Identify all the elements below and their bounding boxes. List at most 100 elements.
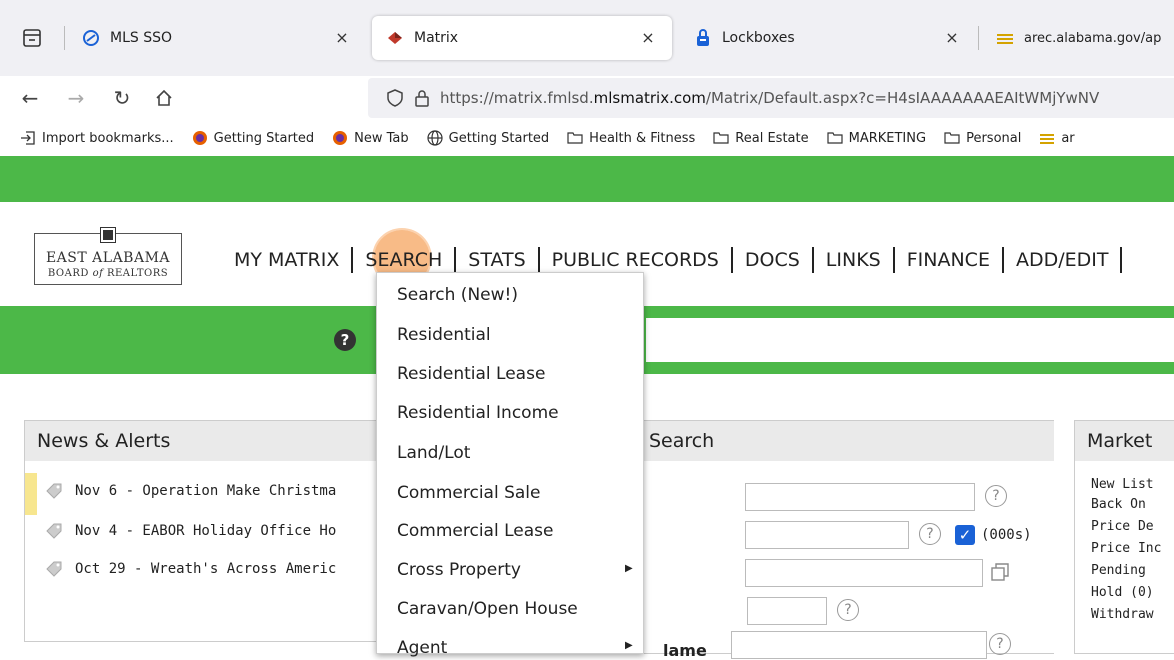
menu-item-residential[interactable]: Residential — [397, 325, 491, 345]
matrix-favicon-icon — [386, 29, 404, 47]
market-line[interactable]: Back On — [1091, 497, 1146, 512]
mls-sso-favicon-icon — [82, 29, 100, 47]
bookmark-new-tab[interactable]: New Tab — [332, 130, 409, 146]
tab-separator — [978, 26, 979, 50]
logo-line-1: EAST ALABAMA — [45, 250, 171, 266]
browser-tab-bar: MLS SSO × Matrix × Lockboxes × arec.alab… — [0, 0, 1174, 76]
header-green-bar — [0, 156, 1174, 202]
news-item[interactable]: Nov 6 - Operation Make Christma — [25, 473, 337, 515]
bookmark-label: Health & Fitness — [589, 130, 696, 146]
logo-mark-icon — [100, 227, 116, 243]
back-arrow-icon[interactable]: ← — [16, 84, 44, 112]
tag-icon — [46, 483, 62, 499]
news-item-text: Nov 6 - Operation Make Christma — [75, 483, 337, 499]
reload-icon[interactable]: ↻ — [108, 84, 136, 112]
tab-arec[interactable]: arec.alabama.gov/ap — [984, 16, 1174, 60]
main-navigation: MY MATRIX SEARCH STATS PUBLIC RECORDS DO… — [234, 246, 1123, 274]
firefox-icon — [192, 131, 207, 145]
bookmark-label: Getting Started — [213, 130, 315, 146]
tab-separator — [64, 26, 65, 50]
tab-mls-sso[interactable]: MLS SSO × — [70, 16, 366, 60]
tracking-shield-icon[interactable] — [386, 89, 404, 107]
arec-favicon-icon — [996, 29, 1014, 47]
folder-icon — [567, 132, 583, 144]
bookmark-folder-personal[interactable]: Personal — [944, 130, 1021, 146]
bookmark-folder-health[interactable]: Health & Fitness — [567, 130, 695, 146]
nav-my-matrix[interactable]: MY MATRIX — [234, 249, 351, 271]
close-tab-icon[interactable]: × — [942, 28, 962, 48]
menu-item-residential-income[interactable]: Residential Income — [397, 403, 559, 423]
thousands-checkbox[interactable]: ✓ — [955, 525, 975, 545]
menu-item-caravan-open-house[interactable]: Caravan/Open House — [397, 599, 578, 619]
nav-links[interactable]: LINKS — [814, 249, 893, 271]
search-field-1[interactable] — [745, 483, 975, 511]
menu-item-land-lot[interactable]: Land/Lot — [397, 443, 470, 463]
forward-arrow-icon[interactable]: → — [62, 84, 90, 112]
tab-list-icon[interactable] — [20, 26, 44, 50]
news-item-text: Oct 29 - Wreath's Across Americ — [75, 561, 337, 577]
search-panel-title: s Search — [621, 421, 1054, 461]
menu-item-commercial-lease[interactable]: Commercial Lease — [397, 521, 553, 541]
menu-item-cross-property[interactable]: Cross Property — [397, 560, 521, 580]
help-question-icon[interactable]: ? — [989, 633, 1011, 655]
help-question-icon[interactable]: ? — [985, 485, 1007, 507]
bookmark-import[interactable]: Import bookmarks... — [20, 130, 174, 146]
lock-icon[interactable] — [414, 89, 430, 107]
news-item[interactable]: Nov 4 - EABOR Holiday Office Ho — [25, 513, 336, 549]
help-question-icon[interactable]: ? — [919, 523, 941, 545]
news-item[interactable]: Oct 29 - Wreath's Across Americ — [25, 551, 336, 587]
search-field-3[interactable] — [745, 559, 983, 587]
nav-separator — [1120, 247, 1123, 273]
nav-add-edit[interactable]: ADD/EDIT — [1004, 249, 1121, 271]
menu-item-agent[interactable]: Agent — [397, 638, 447, 658]
tab-matrix[interactable]: Matrix × — [372, 16, 672, 60]
globe-icon — [427, 130, 443, 146]
help-icon[interactable]: ? — [334, 329, 356, 351]
bookmark-arec[interactable]: ar — [1039, 130, 1075, 146]
copy-icon[interactable] — [989, 561, 1011, 583]
market-line[interactable]: Price Inc — [1091, 541, 1161, 556]
search-field-4[interactable] — [747, 597, 827, 625]
tab-label: Lockboxes — [722, 30, 795, 46]
bookmark-folder-marketing[interactable]: MARKETING — [827, 130, 926, 146]
bookmark-folder-real-estate[interactable]: Real Estate — [713, 130, 809, 146]
thousands-label: (000s) — [981, 527, 1032, 543]
bookmark-getting-started-2[interactable]: Getting Started — [427, 130, 550, 146]
nav-stats[interactable]: STATS — [456, 249, 537, 271]
nav-public-records[interactable]: PUBLIC RECORDS — [540, 249, 731, 271]
search-field-name[interactable] — [731, 631, 987, 659]
name-field-label: lame — [663, 641, 707, 660]
close-tab-icon[interactable]: × — [332, 28, 352, 48]
east-alabama-board-logo[interactable]: EAST ALABAMA BOARD of REALTORS — [34, 227, 182, 285]
browser-nav-bar: ← → ↻ https://matrix.fmlsd. mlsmatrix.com… — [0, 76, 1174, 120]
bookmark-label: ar — [1061, 130, 1075, 146]
market-line[interactable]: Withdraw — [1091, 607, 1154, 622]
firefox-icon — [333, 131, 348, 145]
help-question-icon[interactable]: ? — [837, 599, 859, 621]
nav-search[interactable]: SEARCH — [353, 249, 454, 271]
tab-label: arec.alabama.gov/ap — [1024, 30, 1162, 46]
market-line[interactable]: Pending — [1091, 563, 1146, 578]
lockbox-favicon-icon — [694, 29, 712, 47]
market-line[interactable]: New List — [1091, 477, 1154, 492]
nav-finance[interactable]: FINANCE — [895, 249, 1002, 271]
address-bar[interactable]: https://matrix.fmlsd. mlsmatrix.com/Matri… — [368, 78, 1174, 118]
quick-search-panel: s Search ? ? ✓ (000s) ? lame ? — [620, 420, 1054, 660]
menu-item-commercial-sale[interactable]: Commercial Sale — [397, 483, 540, 503]
menu-item-search-new[interactable]: Search (New!) — [397, 285, 518, 305]
home-icon[interactable] — [150, 84, 178, 112]
folder-icon — [827, 132, 843, 144]
logo-line-2: BOARD of REALTORS — [47, 268, 169, 279]
close-tab-icon[interactable]: × — [638, 28, 658, 48]
subheader-white-strip — [646, 318, 1174, 362]
bookmark-label: Getting Started — [448, 130, 550, 146]
market-line[interactable]: Hold (0) — [1091, 585, 1154, 600]
nav-docs[interactable]: DOCS — [733, 249, 812, 271]
bookmark-getting-started[interactable]: Getting Started — [192, 130, 315, 146]
tab-lockboxes[interactable]: Lockboxes × — [680, 16, 976, 60]
market-line[interactable]: Price De — [1091, 519, 1154, 534]
url-domain: mlsmatrix.com — [593, 89, 706, 107]
menu-item-residential-lease[interactable]: Residential Lease — [397, 364, 545, 384]
folder-icon — [944, 132, 960, 144]
search-field-2[interactable] — [745, 521, 909, 549]
